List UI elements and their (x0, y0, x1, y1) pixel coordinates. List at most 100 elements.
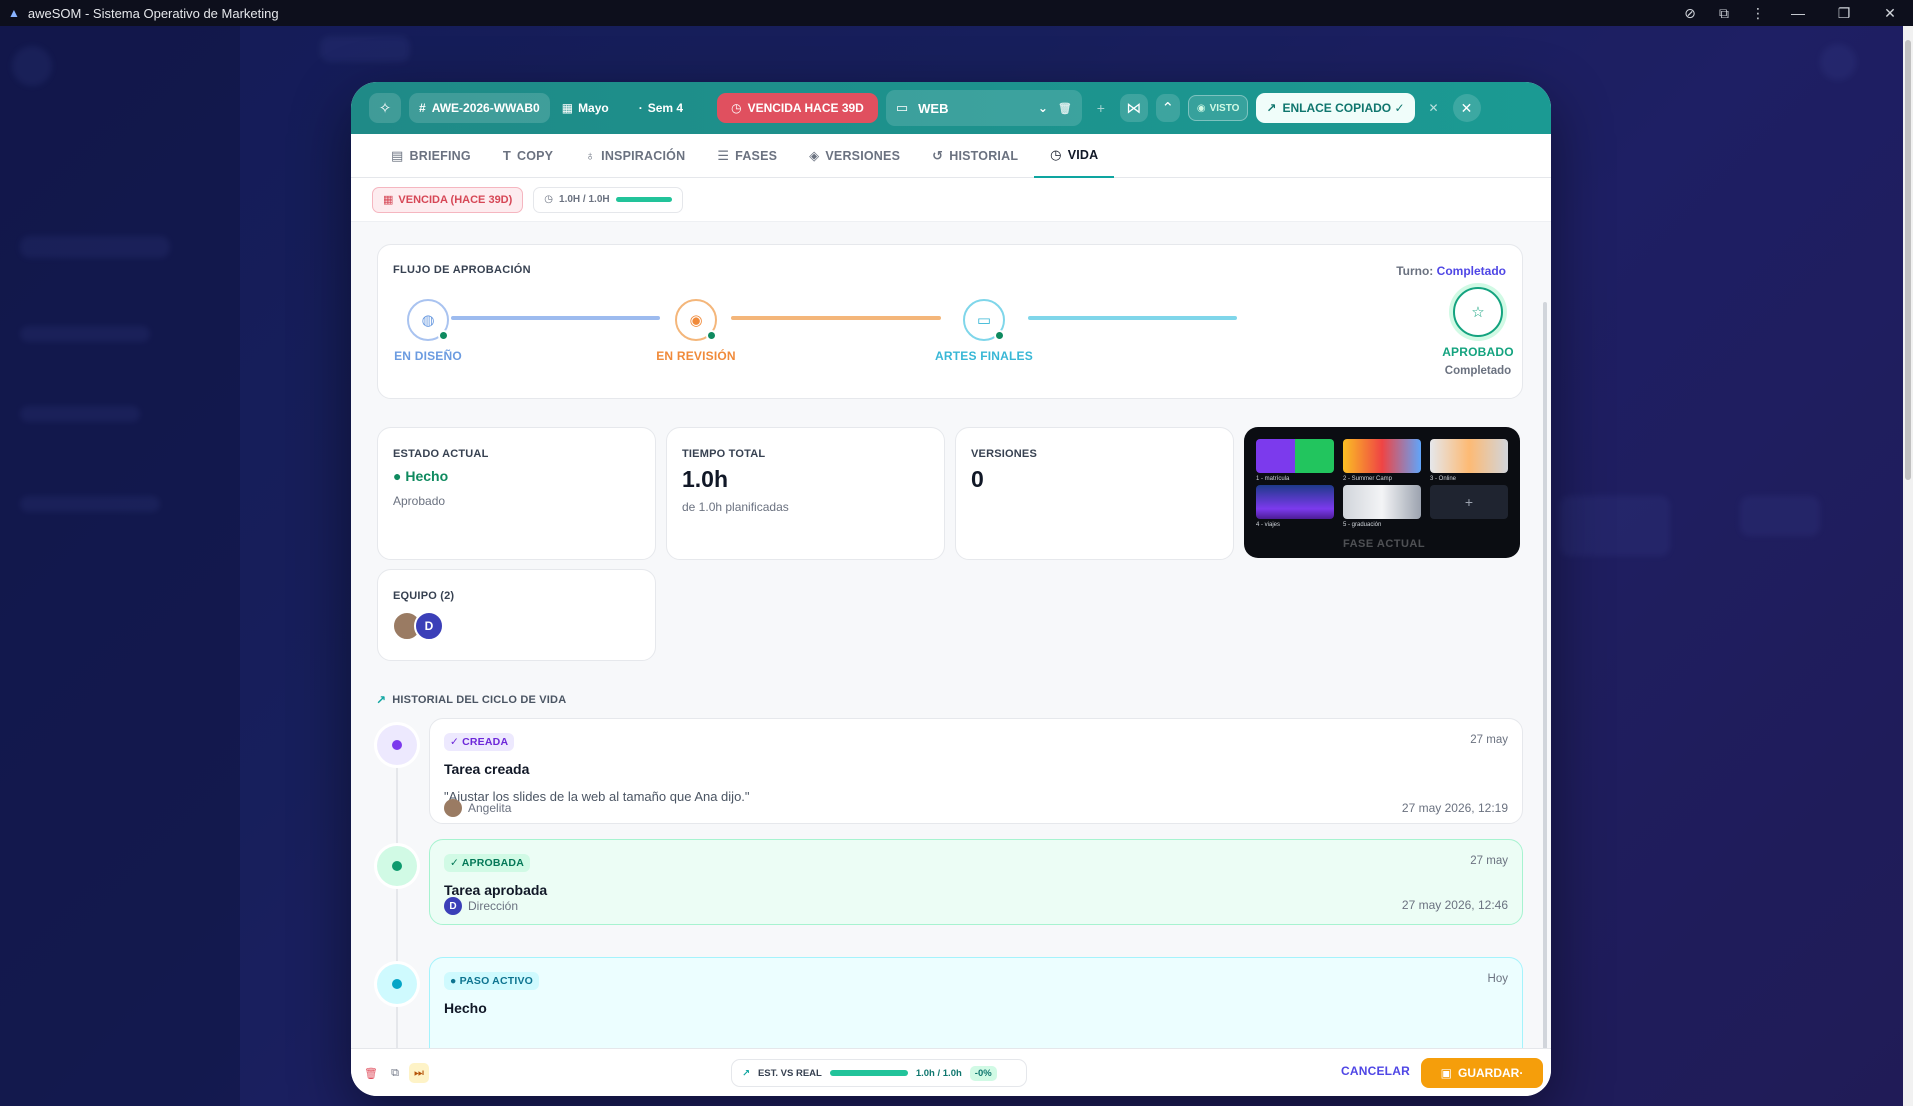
artwork-thumbnail[interactable] (1430, 439, 1508, 473)
step-en-revision[interactable]: ◉ EN REVISIÓN (654, 299, 738, 363)
week-label: Sem 4 (647, 101, 684, 115)
trash-icon[interactable]: 🗑 (361, 1063, 381, 1083)
month-label: Mayo (578, 101, 609, 115)
window-titlebar: ▲ aweSOM - Sistema Operativo de Marketin… (0, 0, 1913, 26)
artwork-thumbnail[interactable] (1343, 485, 1421, 519)
copy-link-button[interactable]: ↗ ENLACE COPIADO ✓ (1256, 93, 1415, 123)
tab-versiones[interactable]: ◈ VERSIONES (793, 134, 916, 178)
modal-footer: 🗑 ⧉ ⏭ ↗ EST. VS REAL 1.0h / 1.0h -0% CAN… (351, 1048, 1551, 1096)
step-label: APROBADO (1442, 345, 1514, 359)
clock-icon: ◷ (1050, 146, 1062, 162)
list-icon: ☰ (717, 147, 730, 163)
overdue-badge[interactable]: ◷ VENCIDA HACE 39D (717, 93, 878, 123)
artwork-thumbnail[interactable] (1343, 439, 1421, 473)
palette-icon: ◍ (407, 299, 449, 341)
estimate-vs-real: ↗ EST. VS REAL 1.0h / 1.0h -0% (731, 1059, 1027, 1087)
step-artes-finales[interactable]: ▭ ARTES FINALES (932, 299, 1036, 363)
flow-connector (451, 316, 660, 320)
avatar (444, 799, 462, 817)
tab-copy[interactable]: T COPY (487, 134, 569, 178)
dismiss-icon[interactable]: ✕ (1423, 101, 1445, 115)
total-time-title: TIEMPO TOTAL (682, 448, 766, 460)
panel-scrollbar[interactable] (1543, 302, 1547, 1048)
time-pill[interactable]: ◷ 1.0H / 1.0H (533, 186, 683, 213)
time-progress-fill (615, 197, 672, 202)
close-modal-button[interactable]: ✕ (1452, 94, 1481, 122)
type-icon: T (502, 148, 511, 163)
current-state-sub: Aprobado (393, 494, 446, 508)
add-icon[interactable]: + (1090, 100, 1112, 116)
overdue-pill[interactable]: ▦ VENCIDA (HACE 39D) (372, 186, 524, 213)
skip-icon[interactable]: ⏭ (409, 1063, 429, 1083)
folder-open-icon: ▭ (963, 299, 1005, 341)
page-scrollbar[interactable] (1903, 26, 1913, 1106)
more-vertical-icon[interactable]: ⋮ (1741, 5, 1775, 22)
task-code-chip[interactable]: # AWE-2026-WWAB0 (409, 93, 550, 123)
task-modal: ✧ # AWE-2026-WWAB0 ▦ Mayo · Sem 4 ◷ VENC… (351, 82, 1551, 1096)
save-icon: ▣ (1440, 1066, 1452, 1080)
estimate-delta: -0% (969, 1065, 997, 1081)
channel-select[interactable]: ▭ WEB ⌄ 🗑 (885, 90, 1082, 126)
clock-icon: ◷ (544, 194, 554, 205)
artwork-caption: 5 - graduación (1343, 522, 1382, 528)
event-user-name: Dirección (468, 899, 519, 913)
restore-button[interactable]: ❐ (1821, 5, 1867, 22)
timeline-node (377, 846, 417, 886)
step-en-diseno[interactable]: ◍ EN DISEÑO (388, 299, 468, 363)
magic-icon[interactable]: ✧ (369, 93, 401, 123)
tab-fases[interactable]: ☰ FASES (701, 134, 793, 178)
artwork-thumbnail[interactable] (1256, 439, 1334, 473)
tab-inspiracion[interactable]: ♁ INSPIRACIÓN (569, 134, 701, 178)
event-user-name: Angelita (468, 801, 512, 815)
month-chip[interactable]: ▦ Mayo (558, 101, 613, 115)
chevron-up-icon[interactable]: ⌃ (1155, 94, 1180, 122)
chevron-down-icon: ⌄ (1037, 101, 1048, 115)
minimize-button[interactable]: — (1775, 5, 1821, 21)
status-bar: ▦ VENCIDA (HACE 39D) ◷ 1.0H / 1.0H (351, 178, 1551, 222)
duplicate-icon[interactable]: ⧉ (385, 1063, 405, 1083)
share-icon[interactable]: ⋈ (1119, 94, 1148, 122)
artwork-gallery[interactable]: 1 - matrícula 2 - Summer Camp 3 - Online… (1244, 427, 1520, 558)
save-button[interactable]: ▣ GUARDAR· (1421, 1058, 1543, 1088)
document-icon: ▤ (391, 147, 404, 163)
timeline-node-dot (392, 861, 402, 871)
close-window-button[interactable]: ✕ (1867, 5, 1913, 22)
avatar[interactable]: D (414, 611, 444, 641)
tab-historial[interactable]: ↺ HISTORIAL (916, 134, 1034, 178)
event-timestamp: 27 may 2026, 12:46 (1401, 898, 1508, 912)
tab-label: BRIEFING (409, 148, 471, 163)
artwork-thumbnail[interactable] (1256, 485, 1334, 519)
tab-label: COPY (516, 148, 554, 163)
channel-value: WEB (918, 100, 949, 116)
artwork-caption: 4 - viajes (1256, 522, 1281, 528)
artwork-caption: 3 - Online (1430, 476, 1457, 482)
seen-badge[interactable]: ◉ VISTO (1187, 95, 1249, 121)
page-scrollbar-thumb[interactable] (1905, 40, 1911, 480)
step-sublabel: Completado (1444, 365, 1512, 377)
current-state-value: ● Hecho (393, 468, 449, 484)
eye-off-icon[interactable]: ⊘ (1673, 5, 1707, 22)
total-time-value: 1.0h (682, 466, 729, 492)
eye-icon: ◉ (675, 299, 717, 341)
step-done-dot (706, 330, 717, 341)
step-label: ARTES FINALES (935, 349, 1033, 363)
cancel-button[interactable]: CANCELAR (1341, 1064, 1410, 1078)
turn-indicator: Turno: Completado (1396, 264, 1506, 278)
seen-label: VISTO (1209, 102, 1240, 114)
step-aprobado[interactable]: ☆ APROBADO Completado (1438, 287, 1518, 377)
add-artwork-button[interactable]: + (1430, 485, 1508, 519)
current-state-card: ESTADO ACTUAL ● Hecho Aprobado (377, 427, 656, 560)
trash-icon[interactable]: 🗑 (1058, 102, 1072, 115)
extensions-icon[interactable]: ⧉ (1707, 5, 1741, 22)
task-code: AWE-2026-WWAB0 (431, 101, 540, 115)
lifecycle-panel: FLUJO DE APROBACIÓN Turno: Completado ◍ … (351, 222, 1551, 1048)
hash-icon: # (419, 101, 426, 115)
week-chip[interactable]: · Sem 4 (635, 101, 687, 115)
artwork-caption: 1 - matrícula (1256, 476, 1290, 482)
clock-icon: ◷ (731, 101, 742, 115)
save-label: GUARDAR· (1458, 1066, 1524, 1080)
event-date: 27 may (1470, 734, 1508, 746)
tab-vida[interactable]: ◷ VIDA (1034, 134, 1115, 178)
tab-briefing[interactable]: ▤ BRIEFING (375, 134, 487, 178)
team-title: EQUIPO (2) (393, 590, 455, 602)
